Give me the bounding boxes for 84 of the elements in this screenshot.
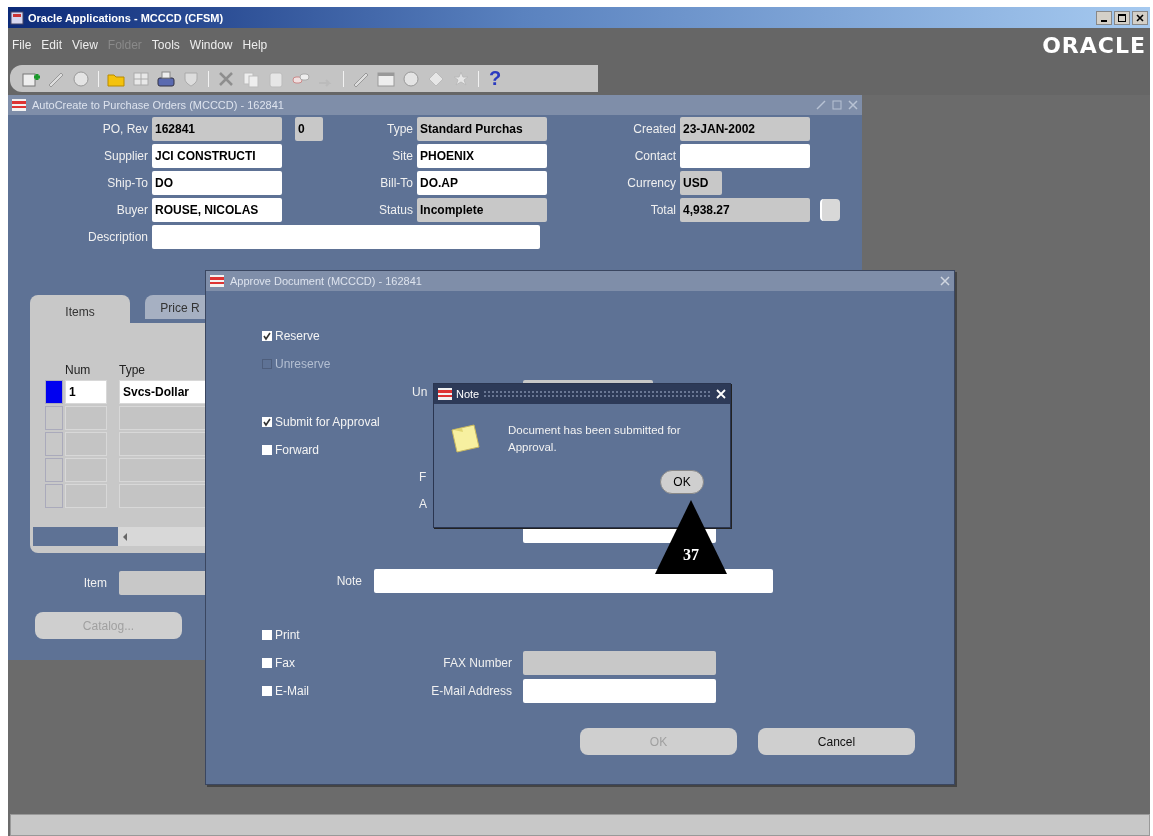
- field-label: Contact: [634, 149, 676, 163]
- flex-field-button[interactable]: [820, 199, 840, 221]
- menu-item[interactable]: File: [12, 38, 32, 52]
- window-title: AutoCreate to Purchase Orders (MCCCD) - 162841: [32, 99, 284, 111]
- menu-item[interactable]: Tools: [151, 38, 180, 52]
- field-label: Currency: [627, 176, 676, 190]
- dialog-button[interactable]: Cancel: [758, 728, 915, 755]
- app-icon: [10, 10, 24, 25]
- text-field[interactable]: 4,938.27: [680, 198, 810, 222]
- text-field[interactable]: DO: [152, 171, 282, 195]
- menu-item[interactable]: Edit: [41, 38, 63, 52]
- field-label: Total: [650, 203, 676, 217]
- oracle-logo: ORACLE: [1042, 32, 1146, 58]
- text-field[interactable]: [680, 144, 810, 168]
- checkbox[interactable]: [262, 658, 272, 668]
- checkbox-label: Forward: [275, 443, 319, 457]
- tab[interactable]: Items: [30, 295, 130, 325]
- text-field[interactable]: 162841: [152, 117, 282, 141]
- field-label: Status: [378, 203, 413, 217]
- maximize-icon: [1118, 13, 1126, 22]
- field-label: PO, Rev: [102, 122, 148, 136]
- printer-icon[interactable]: [155, 68, 177, 89]
- form-icon: [438, 388, 452, 400]
- checkbox-label: Fax: [275, 656, 295, 670]
- text-field[interactable]: 23-JAN-2002: [680, 117, 810, 141]
- disc-icon[interactable]: [400, 68, 422, 89]
- field-label: A: [418, 497, 428, 511]
- field-label: Un: [412, 385, 429, 399]
- checkbox[interactable]: [262, 417, 272, 427]
- field-label: Bill-To: [380, 176, 413, 190]
- field-label: Ship-To: [107, 176, 148, 190]
- form-icon: [210, 275, 224, 287]
- checkbox-label: Unreserve: [275, 357, 331, 371]
- field-label: Buyer: [116, 203, 148, 217]
- text-field[interactable]: Incomplete: [417, 198, 547, 222]
- checkbox[interactable]: [262, 331, 272, 341]
- text-field[interactable]: [523, 679, 716, 703]
- close-icon: [1136, 13, 1144, 22]
- field-label: Description: [87, 230, 148, 244]
- field-label: Note: [335, 574, 362, 588]
- field-label: F: [418, 470, 428, 484]
- dialog-title: Note: [456, 388, 480, 400]
- field-label: Item: [82, 576, 107, 590]
- text-field[interactable]: DO.AP: [417, 171, 547, 195]
- field-label: Created: [633, 122, 676, 136]
- window-title: Approve Document (MCCCD) - 162841: [230, 275, 422, 287]
- text-field[interactable]: Standard Purchas: [417, 117, 547, 141]
- menu-item[interactable]: Help: [242, 38, 268, 52]
- step-number: 37: [682, 546, 700, 564]
- close-button[interactable]: [1132, 10, 1148, 25]
- field-label: Supplier: [103, 149, 148, 163]
- text-field[interactable]: PHOENIX: [417, 144, 547, 168]
- ok-button[interactable]: OK: [660, 470, 704, 494]
- checkbox[interactable]: [262, 686, 272, 696]
- help-button[interactable]: ?: [489, 67, 502, 90]
- window-title: Oracle Applications - MCCCD (CFSM): [28, 11, 224, 24]
- menu-item[interactable]: View: [72, 38, 98, 52]
- field-label: Site: [392, 149, 413, 163]
- message-text: Document has been submitted for Approval.: [508, 423, 682, 455]
- minimize-button[interactable]: [1096, 10, 1112, 25]
- column-header: Num: [65, 363, 92, 377]
- checkbox-label: Submit for Approval: [275, 415, 380, 429]
- field-label: Type: [387, 122, 413, 136]
- row-indicator[interactable]: [45, 380, 63, 404]
- column-header: Type: [119, 363, 145, 377]
- table-cell[interactable]: 1: [65, 380, 107, 404]
- checkbox-label: E-Mail: [275, 684, 309, 698]
- checkbox[interactable]: [262, 630, 272, 640]
- menu-item[interactable]: Window: [189, 38, 233, 52]
- text-field[interactable]: JCI CONSTRUCTI: [152, 144, 282, 168]
- text-field[interactable]: ROUSE, NICOLAS: [152, 198, 282, 222]
- description-field[interactable]: [152, 225, 540, 249]
- checkbox-label: Print: [275, 628, 300, 642]
- disc-icon[interactable]: [70, 68, 92, 89]
- form-icon: [12, 99, 26, 111]
- revision-field[interactable]: 0: [295, 117, 323, 141]
- sticky-note-icon: [448, 422, 482, 456]
- maximize-button[interactable]: [1114, 10, 1130, 25]
- field-label: E-Mail Address: [430, 684, 512, 698]
- field-label: FAX Number: [442, 656, 512, 670]
- checkbox-label: Reserve: [275, 329, 320, 343]
- text-field[interactable]: USD: [680, 171, 722, 195]
- checkbox[interactable]: [262, 445, 272, 455]
- note-field[interactable]: [374, 569, 773, 593]
